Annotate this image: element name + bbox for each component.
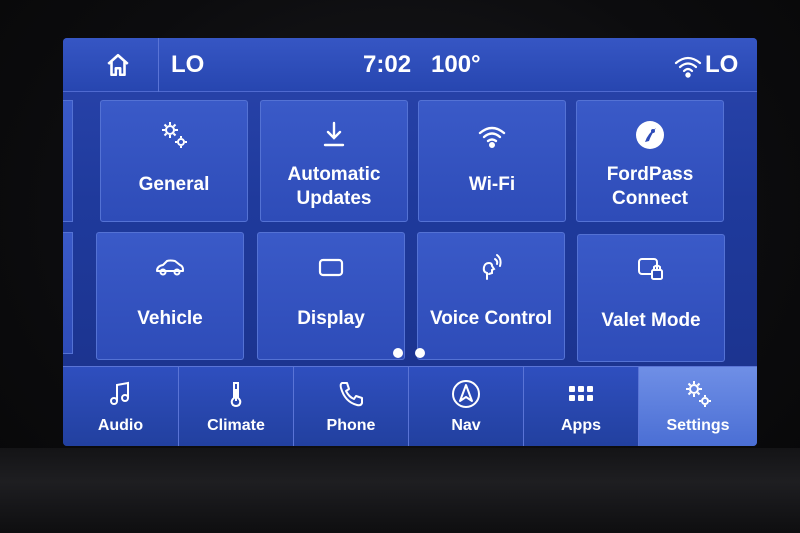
passenger-temp-setting[interactable]: LO — [705, 51, 738, 79]
nav-label: Settings — [666, 417, 730, 434]
status-bar: LO 7:02 100° LO — [63, 38, 757, 92]
tile-automatic-updates[interactable]: Automatic Updates — [260, 100, 408, 222]
nav-label: Audio — [97, 417, 144, 434]
gears-icon — [162, 122, 187, 148]
home-button[interactable] — [77, 38, 159, 92]
tile-label-line1: FordPass — [606, 164, 694, 185]
download-icon — [323, 121, 345, 147]
tile-display[interactable]: Display — [257, 232, 405, 360]
tile-label: Voice Control — [429, 308, 553, 329]
wifi-icon — [478, 126, 506, 149]
nav-label: Phone — [326, 417, 376, 434]
gears-icon — [686, 381, 711, 407]
tile-label: Vehicle — [137, 308, 203, 329]
tile-fordpass-connect[interactable]: FordPass Connect — [576, 100, 724, 222]
tile-label-line2: Updates — [296, 188, 372, 209]
previous-page-tile-edge — [63, 232, 73, 354]
phone-icon — [339, 382, 363, 407]
fordpass-icon — [636, 121, 664, 149]
nav-settings[interactable]: Settings — [639, 367, 757, 446]
nav-label: Nav — [451, 417, 481, 434]
tile-wifi[interactable]: Wi-Fi — [418, 100, 566, 222]
valet-lock-icon — [638, 258, 663, 280]
voice-icon — [482, 254, 502, 280]
nav-phone[interactable]: Phone — [294, 367, 409, 446]
wifi-icon — [674, 56, 702, 78]
nav-nav[interactable]: Nav — [409, 367, 524, 446]
music-note-icon — [109, 381, 129, 405]
home-icon — [106, 53, 129, 77]
tile-general[interactable]: General — [100, 100, 248, 222]
apps-grid-icon — [569, 386, 593, 401]
tile-label: General — [138, 174, 210, 195]
page-indicator — [393, 348, 425, 358]
nav-label: Climate — [207, 417, 265, 434]
thermometer-icon — [230, 382, 242, 407]
touchscreen: LO 7:02 100° LO General Automatic Update… — [63, 38, 757, 446]
tile-vehicle[interactable]: Vehicle — [96, 232, 244, 360]
tile-voice-control[interactable]: Voice Control — [417, 232, 565, 360]
previous-page-tile-edge — [63, 100, 73, 222]
tile-valet-mode[interactable]: Valet Mode — [577, 234, 725, 362]
tile-label-line1: Automatic — [287, 164, 381, 185]
nav-label: Apps — [561, 417, 601, 434]
navigation-arrow-icon — [452, 380, 480, 408]
clock: 7:02 — [363, 51, 412, 78]
bottom-nav-bar: Audio Climate Phone Nav Apps Settings — [63, 366, 757, 446]
nav-audio[interactable]: Audio — [63, 367, 179, 446]
car-icon — [156, 259, 184, 276]
dashboard-trim — [0, 448, 800, 533]
driver-temp-setting[interactable]: LO — [171, 51, 204, 79]
page-dot[interactable] — [415, 348, 425, 358]
tile-label: Valet Mode — [601, 310, 701, 331]
tile-label-line2: Connect — [612, 188, 688, 209]
outside-temperature: 100° — [431, 51, 481, 78]
page-dot[interactable] — [393, 348, 403, 358]
tile-label: Wi-Fi — [468, 174, 516, 195]
nav-climate[interactable]: Climate — [179, 367, 294, 446]
nav-apps[interactable]: Apps — [524, 367, 639, 446]
display-icon — [318, 258, 344, 277]
tile-label: Display — [297, 308, 365, 329]
